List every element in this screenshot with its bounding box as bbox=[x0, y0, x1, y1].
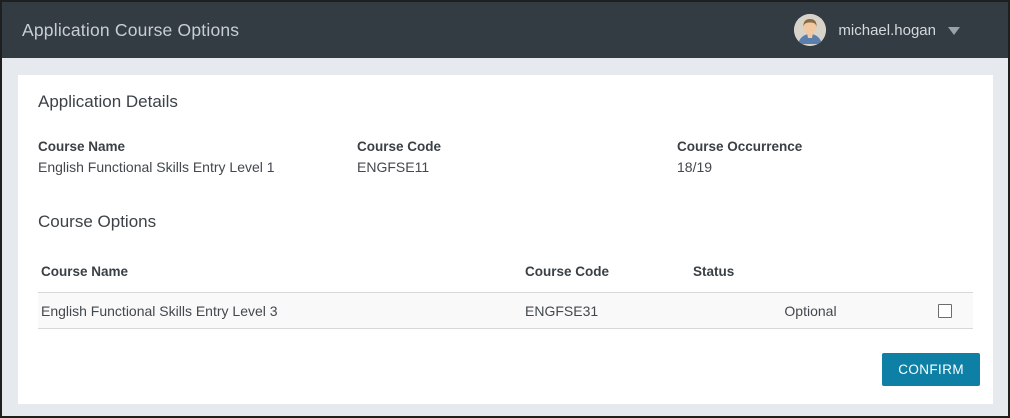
cell-status: Optional bbox=[784, 302, 837, 319]
user-avatar bbox=[794, 14, 827, 46]
field-label: Course Name bbox=[38, 139, 126, 154]
row-checkbox[interactable] bbox=[938, 303, 952, 318]
chevron-down-icon bbox=[948, 27, 960, 35]
application-details-fields: Course Name English Functional Skills En… bbox=[38, 139, 973, 175]
user-menu[interactable]: michael.hogan bbox=[794, 14, 960, 46]
confirm-button[interactable]: CONFIRM bbox=[882, 353, 980, 386]
field-course-name: Course Name English Functional Skills En… bbox=[38, 139, 357, 175]
field-label: Course Occurrence bbox=[677, 139, 803, 154]
field-value: ENGFSE11 bbox=[357, 159, 430, 175]
column-header-status: Status bbox=[693, 264, 735, 279]
field-label: Course Code bbox=[357, 139, 442, 154]
section-heading-course-options: Course Options bbox=[38, 212, 157, 231]
field-course-occurrence: Course Occurrence 18/19 bbox=[677, 139, 973, 175]
actions-bar: CONFIRM bbox=[38, 353, 980, 386]
table-row: English Functional Skills Entry Level 3 … bbox=[38, 293, 973, 329]
field-value: 18/19 bbox=[677, 159, 713, 175]
options-table: Course Name Course Code Status English F… bbox=[38, 260, 973, 329]
field-value: English Functional Skills Entry Level 1 bbox=[38, 159, 275, 175]
section-heading-application-details: Application Details bbox=[38, 92, 178, 111]
page-header: Application Course Options michael.hogan bbox=[2, 2, 1008, 58]
cell-course-name: English Functional Skills Entry Level 3 bbox=[41, 302, 278, 319]
field-course-code: Course Code ENGFSE11 bbox=[357, 139, 677, 175]
column-header-course-name: Course Name bbox=[41, 264, 129, 279]
user-name: michael.hogan bbox=[838, 21, 936, 39]
column-header-course-code: Course Code bbox=[525, 264, 610, 279]
page-title: Application Course Options bbox=[22, 19, 240, 40]
cell-select bbox=[928, 303, 973, 318]
table-header-row: Course Name Course Code Status bbox=[38, 260, 973, 293]
content-card: Application Details Course Name English … bbox=[18, 75, 993, 404]
cell-course-code: ENGFSE31 bbox=[525, 302, 599, 319]
